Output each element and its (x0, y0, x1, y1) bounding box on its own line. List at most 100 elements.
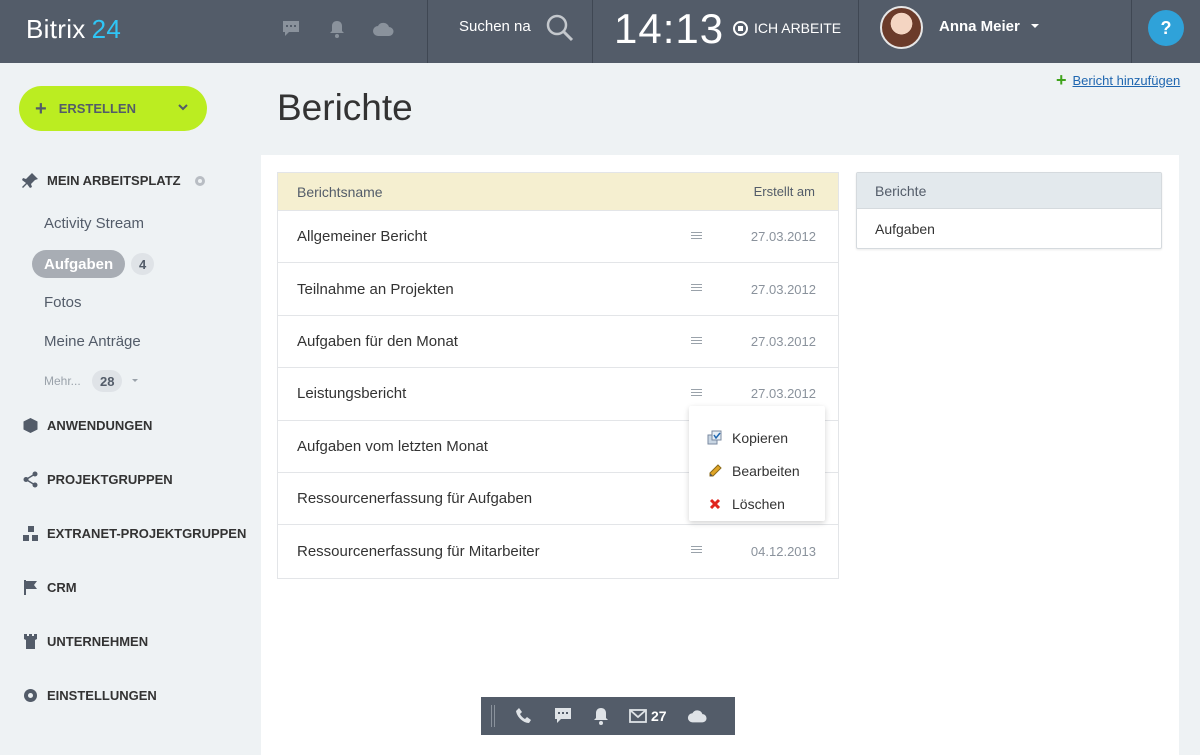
user-name[interactable]: Anna Meier (939, 18, 1020, 35)
menu-icon[interactable] (691, 389, 702, 397)
nav-crm[interactable]: CRM (22, 579, 77, 596)
menu-icon[interactable] (691, 546, 702, 554)
work-status-label: ICH ARBEITE (754, 20, 842, 36)
report-name[interactable]: Ressourcenerfassung für Mitarbeiter (297, 543, 540, 560)
top-header: Bitrix 24 Suchen na 14:13 ICH ARBEITE Ann… (0, 0, 1200, 63)
cube-icon (23, 418, 38, 433)
table-row[interactable]: Allgemeiner Bericht 27.03.2012 (278, 211, 838, 264)
drag-handle[interactable] (491, 705, 495, 727)
report-name[interactable]: Aufgaben für den Monat (297, 333, 458, 350)
menu-item-edit[interactable]: Bearbeiten (689, 454, 825, 487)
chevron-down-icon[interactable] (1031, 24, 1039, 28)
table-row[interactable]: Aufgaben für den Monat 27.03.2012 (278, 316, 838, 369)
menu-item-copy[interactable]: Kopieren (689, 421, 825, 454)
search-icon[interactable] (545, 13, 575, 48)
menu-item-label: Löschen (732, 495, 785, 512)
header-divider (858, 0, 859, 63)
nav-label: EINSTELLUNGEN (47, 688, 157, 703)
share-icon (23, 471, 38, 488)
table-row[interactable]: Teilnahme an Projekten 27.03.2012 (278, 263, 838, 316)
column-header-name[interactable]: Berichtsname (297, 184, 383, 200)
clock[interactable]: 14:13 (614, 5, 724, 53)
create-button[interactable]: + ERSTELLEN (19, 86, 207, 131)
chevron-down-icon[interactable] (132, 379, 138, 382)
nav-label: ANWENDUNGEN (47, 418, 153, 433)
cloud-icon[interactable] (687, 708, 707, 724)
blocks-icon (23, 526, 38, 541)
side-panel-item-tasks[interactable]: Aufgaben (857, 209, 1161, 248)
reports-side-panel: Berichte Aufgaben (856, 172, 1162, 249)
report-name[interactable]: Ressourcenerfassung für Aufgaben (297, 490, 532, 507)
copy-icon (706, 429, 724, 447)
header-icons (280, 18, 394, 40)
sidebar-item-photos[interactable]: Fotos (44, 294, 82, 311)
menu-icon[interactable] (691, 336, 702, 344)
delete-x-icon (706, 495, 724, 513)
menu-item-label: Bearbeiten (732, 462, 800, 479)
nav-settings[interactable]: EINSTELLUNGEN (22, 687, 157, 704)
menu-icon[interactable] (691, 232, 702, 239)
menu-item-delete[interactable]: Löschen (689, 487, 825, 520)
header-divider (1131, 0, 1132, 63)
gear-icon (24, 689, 37, 702)
logo[interactable]: Bitrix 24 (26, 14, 121, 45)
add-report-label: Bericht hinzufügen (1072, 72, 1181, 88)
add-report-link[interactable]: + Bericht hinzufügen (1056, 71, 1180, 89)
nav-company[interactable]: UNTERNEHMEN (22, 633, 148, 650)
gear-icon[interactable] (193, 174, 207, 188)
bottom-toolbar: 27 (481, 697, 735, 735)
tasks-count-badge: 4 (131, 253, 155, 275)
report-name[interactable]: Teilnahme an Projekten (297, 281, 454, 298)
search-label[interactable]: Suchen na (459, 18, 531, 35)
stop-icon (733, 20, 748, 36)
nav-applications[interactable]: ANWENDUNGEN (22, 417, 152, 434)
cloud-icon[interactable] (372, 18, 394, 40)
sidebar-item-activity-stream[interactable]: Activity Stream (44, 215, 144, 232)
report-date: 27.03.2012 (750, 386, 816, 402)
chat-icon[interactable] (280, 18, 302, 40)
plus-icon: + (35, 97, 47, 120)
menu-icon[interactable] (691, 284, 702, 292)
pencil-icon (706, 462, 724, 480)
create-label: ERSTELLEN (58, 101, 136, 116)
phone-icon[interactable] (515, 707, 533, 725)
flag-icon (24, 580, 37, 595)
report-name[interactable]: Aufgaben vom letzten Monat (297, 438, 488, 455)
report-date: 27.03.2012 (750, 229, 816, 245)
report-date: 27.03.2012 (750, 281, 816, 297)
nav-label: EXTRANET-PROJEKTGRUPPEN (47, 526, 247, 541)
workspace-label: MEIN ARBEITSPLATZ (47, 173, 181, 188)
nav-project-groups[interactable]: PROJEKTGRUPPEN (22, 471, 173, 488)
page-title: Berichte (277, 87, 413, 128)
menu-item-label: Kopieren (732, 429, 789, 446)
mail-count: 27 (651, 708, 667, 724)
sidebar-item-more[interactable]: Mehr... (44, 374, 81, 388)
chat-icon[interactable] (553, 707, 573, 725)
report-name[interactable]: Allgemeiner Bericht (297, 228, 427, 245)
nav-extranet-groups[interactable]: EXTRANET-PROJEKTGRUPPEN (22, 525, 246, 542)
work-status[interactable]: ICH ARBEITE (733, 20, 841, 36)
plus-icon: + (1056, 70, 1067, 90)
nav-label: PROJEKTGRUPPEN (47, 472, 173, 487)
help-button[interactable]: ? (1148, 10, 1184, 46)
sidebar-item-tasks[interactable]: Aufgaben (32, 250, 126, 278)
logo-number: 24 (91, 14, 122, 44)
mail-counter[interactable]: 27 (629, 708, 667, 724)
sidebar-item-requests[interactable]: Meine Anträge (44, 333, 141, 350)
mail-icon (629, 709, 647, 723)
report-name[interactable]: Leistungsbericht (297, 385, 406, 402)
avatar[interactable] (880, 6, 923, 49)
header-divider (592, 0, 593, 63)
table-row[interactable]: Ressourcenerfassung für Mitarbeiter 04.1… (278, 525, 838, 577)
nav-my-workspace[interactable]: MEIN ARBEITSPLATZ (22, 172, 207, 189)
table-header: Berichtsname Erstellt am (278, 173, 838, 211)
bell-icon[interactable] (593, 707, 609, 725)
context-menu: Kopieren Bearbeiten Löschen (689, 406, 825, 521)
logo-text: Bitrix (26, 14, 86, 44)
column-header-date[interactable]: Erstellt am (754, 184, 815, 199)
side-panel-header: Berichte (857, 173, 1161, 209)
bell-icon[interactable] (326, 18, 348, 40)
pin-icon (22, 173, 38, 188)
nav-label: CRM (47, 580, 77, 595)
report-date: 27.03.2012 (750, 333, 816, 349)
